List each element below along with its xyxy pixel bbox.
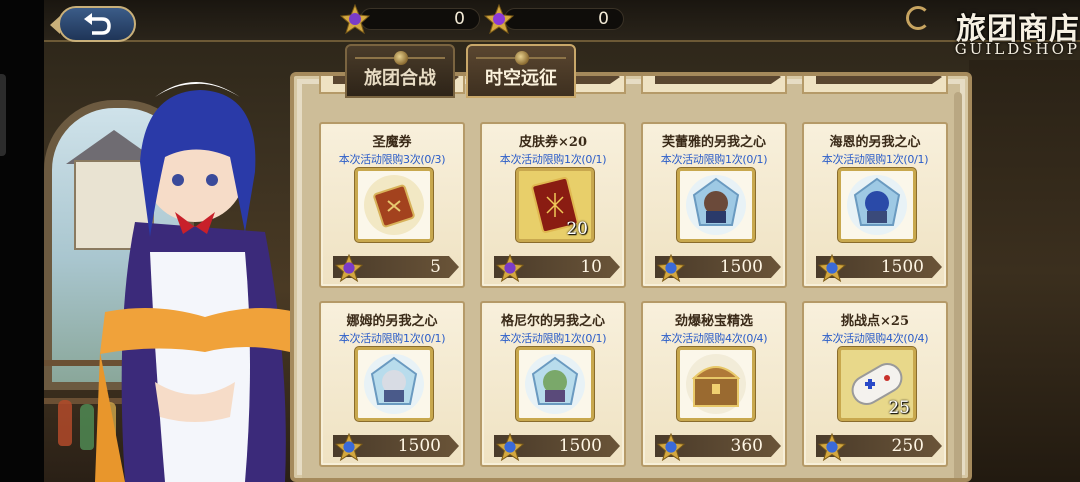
item-name: 圣魔券 xyxy=(372,135,412,150)
purple-gold-star-gem-icon xyxy=(335,254,363,282)
shop-title-en: GUILDSHOP xyxy=(954,40,1080,58)
purchase-limit: 本次活动限购1次(0/1) xyxy=(499,153,607,166)
shop-item-card[interactable]: 挑战点×25 本次活动限购4次(0/4) 25 250 xyxy=(802,301,948,467)
blue-gold-star-gem-icon xyxy=(657,433,685,461)
currency-slot-2: 0 xyxy=(484,4,624,34)
crystal-heart-portrait-icon xyxy=(847,175,907,235)
tab-knob-icon xyxy=(394,51,408,65)
blue-gold-star-gem-icon xyxy=(818,433,846,461)
purchase-limit: 本次活动限购1次(0/1) xyxy=(660,153,768,166)
maid-character-portrait xyxy=(95,82,295,482)
list-item-partial[interactable] xyxy=(641,76,787,94)
back-button[interactable] xyxy=(50,6,136,42)
tab-label: 时空远征 xyxy=(485,68,557,89)
edge-handle xyxy=(0,74,6,156)
item-image xyxy=(838,168,916,242)
list-item-partial[interactable] xyxy=(802,76,948,94)
tab-knob-icon xyxy=(515,51,529,65)
item-image xyxy=(677,347,755,421)
item-name: 挑战点×25 xyxy=(841,314,909,329)
purchase-limit: 本次活动限购1次(0/1) xyxy=(338,332,446,345)
blue-gold-star-gem-icon xyxy=(818,254,846,282)
purple-gold-star-gem-icon xyxy=(496,254,524,282)
crystal-heart-portrait-icon xyxy=(686,175,746,235)
item-quantity: 20 xyxy=(566,219,588,239)
shop-item-card[interactable]: 圣魔券 本次活动限购3次(0/3) 5 xyxy=(319,122,465,288)
item-name: 格尼尔的另我之心 xyxy=(500,314,605,329)
shop-panel: 圣魔券 本次活动限购3次(0/3) 5 皮肤券×20 本次活动限购1次(0/1)… xyxy=(290,72,972,482)
red-ticket-icon xyxy=(364,175,424,235)
shop-item-card[interactable]: 海恩的另我之心 本次活动限购1次(0/1) 1500 xyxy=(802,122,948,288)
purple-gold-star-gem-icon xyxy=(340,4,370,34)
item-image: 20 xyxy=(516,168,594,242)
shop-item-card[interactable]: 芙蕾雅的另我之心 本次活动限购1次(0/1) 1500 xyxy=(641,122,787,288)
purchase-limit: 本次活动限购1次(0/1) xyxy=(499,332,607,345)
tab-label: 旅团合战 xyxy=(364,68,436,89)
purchase-limit: 本次活动限购1次(0/1) xyxy=(821,153,929,166)
item-name: 娜姆的另我之心 xyxy=(346,314,438,329)
item-image xyxy=(677,168,755,242)
currency-amount-2: 0 xyxy=(504,8,624,30)
shop-item-card[interactable]: 劲爆秘宝精选 本次活动限购4次(0/4) 360 xyxy=(641,301,787,467)
crystal-heart-portrait-icon xyxy=(364,354,424,414)
currency-slot-1: 0 xyxy=(340,4,480,34)
shop-title: 旅团商店 GUILDSHOP xyxy=(906,0,1080,60)
purchase-limit: 本次活动限购4次(0/4) xyxy=(821,332,929,345)
purchase-limit: 本次活动限购4次(0/4) xyxy=(660,332,768,345)
shop-item-card[interactable]: 皮肤券×20 本次活动限购1次(0/1) 20 10 xyxy=(480,122,626,288)
blue-gold-star-gem-icon xyxy=(335,433,363,461)
blue-gold-star-gem-icon xyxy=(496,433,524,461)
shop-item-card[interactable]: 娜姆的另我之心 本次活动限购1次(0/1) 1500 xyxy=(319,301,465,467)
purple-gold-star-gem-icon xyxy=(484,4,514,34)
scrollbar[interactable] xyxy=(954,92,962,478)
ornament-icon xyxy=(906,6,930,30)
item-image xyxy=(516,347,594,421)
currency-amount-1: 0 xyxy=(360,8,480,30)
shop-item-card[interactable]: 格尼尔的另我之心 本次活动限购1次(0/1) 1500 xyxy=(480,301,626,467)
item-image: 25 xyxy=(838,347,916,421)
tab-spacetime-expedition[interactable]: 时空远征 xyxy=(466,44,576,98)
item-name: 皮肤券×20 xyxy=(519,135,587,150)
device-edge xyxy=(0,0,44,482)
item-image xyxy=(355,168,433,242)
crystal-heart-portrait-icon xyxy=(525,354,585,414)
item-quantity: 25 xyxy=(888,398,910,418)
treasure-chest-icon xyxy=(686,354,746,414)
item-name: 芙蕾雅的另我之心 xyxy=(661,135,766,150)
item-image xyxy=(355,347,433,421)
tab-guild-battle[interactable]: 旅团合战 xyxy=(345,44,455,98)
item-name: 海恩的另我之心 xyxy=(829,135,921,150)
blue-gold-star-gem-icon xyxy=(657,254,685,282)
back-arrow-icon xyxy=(84,13,111,35)
item-name: 劲爆秘宝精选 xyxy=(674,314,753,329)
purchase-limit: 本次活动限购3次(0/3) xyxy=(338,153,446,166)
